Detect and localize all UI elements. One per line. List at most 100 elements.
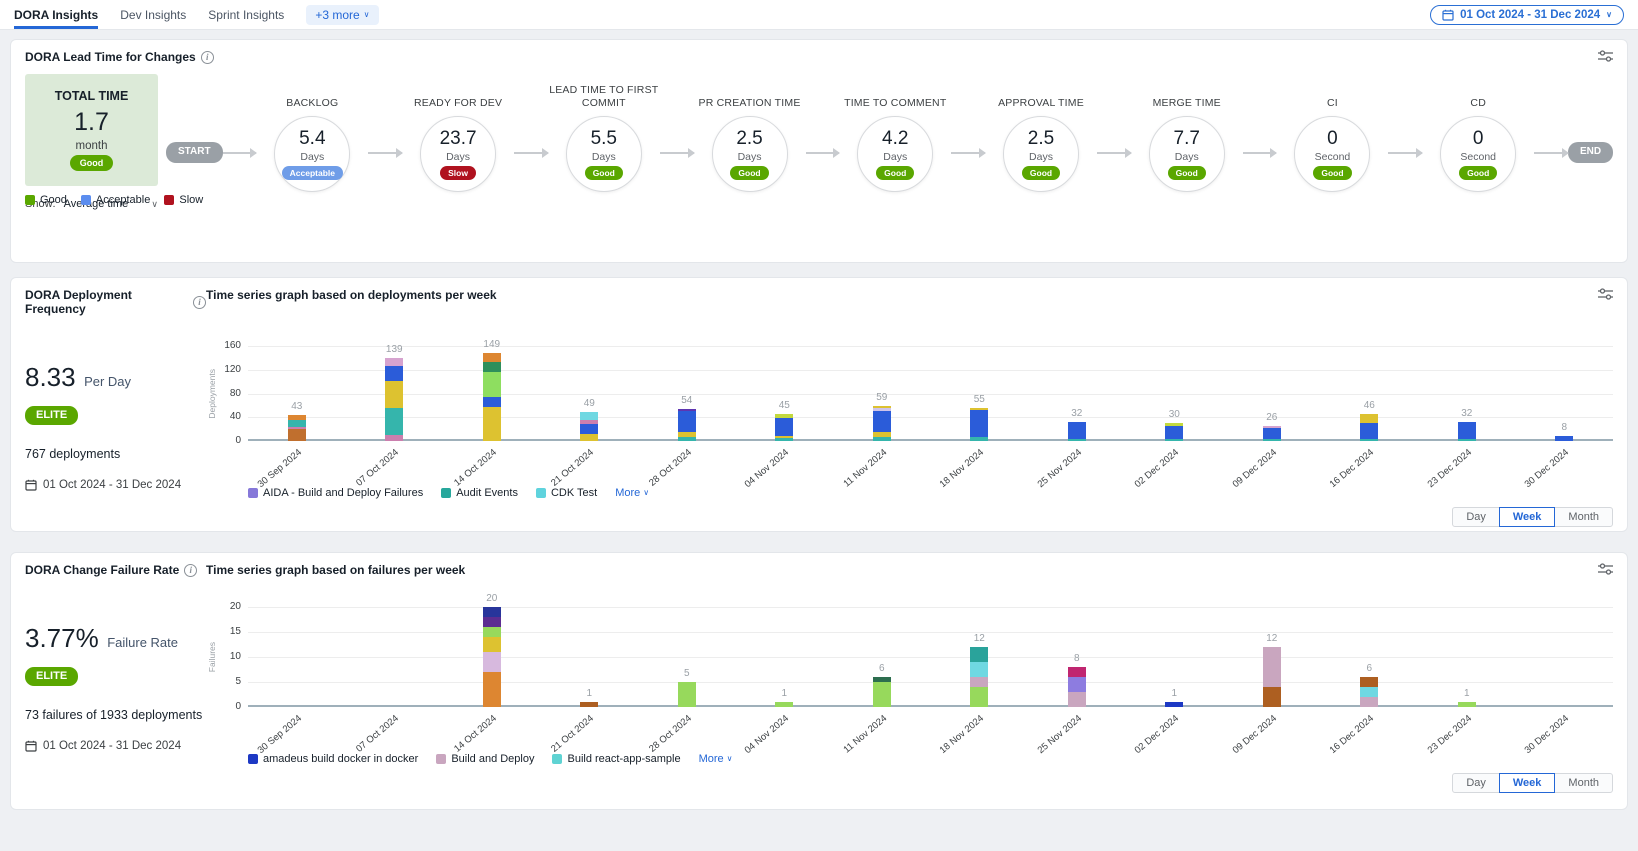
bar-18-nov-2024[interactable]: 12	[931, 647, 1029, 707]
top-bar: DORA Insights Dev Insights Sprint Insigh…	[0, 0, 1638, 30]
failures-total: 73 failures of 1933 deployments	[25, 708, 206, 722]
info-icon[interactable]	[201, 51, 214, 64]
y-tick-label: 5	[235, 676, 241, 687]
bar-09-dec-2024[interactable]: 26	[1223, 426, 1321, 441]
bar-23-dec-2024[interactable]: 32	[1418, 422, 1516, 441]
x-axis: 30 Sep 202407 Oct 202414 Oct 202421 Oct …	[206, 707, 1613, 753]
toggle-day[interactable]: Day	[1452, 507, 1500, 527]
legend-item-good: Good	[25, 194, 67, 206]
deployment-frequency-panel: DORA Deployment Frequency Time series gr…	[10, 277, 1628, 532]
more-tabs-button[interactable]: +3 more ∨	[306, 5, 378, 25]
bar-14-oct-2024[interactable]: 149	[443, 353, 541, 441]
stage-badge: Good	[876, 166, 914, 180]
stage-badge: Good	[730, 166, 768, 180]
calendar-icon	[1442, 9, 1454, 21]
stage-circle[interactable]: 2.5 Days Good	[1003, 116, 1079, 192]
stage-circle[interactable]: 7.7 Days Good	[1149, 116, 1225, 192]
x-tick-label: 14 Oct 2024	[443, 441, 541, 487]
bar-value-label: 26	[1247, 412, 1297, 423]
bar-02-dec-2024[interactable]: 30	[1126, 423, 1224, 441]
stage-circle[interactable]: 4.2 Days Good	[857, 116, 933, 192]
stage-circle[interactable]: 5.4 Days Acceptable	[274, 116, 350, 192]
flow-arrow	[1243, 152, 1277, 154]
bar-14-oct-2024[interactable]: 20	[443, 607, 541, 707]
bar-11-nov-2024[interactable]: 59	[833, 406, 931, 441]
bar-04-nov-2024[interactable]: 45	[736, 414, 834, 441]
bar-16-dec-2024[interactable]: 46	[1321, 414, 1419, 441]
x-tick-label: 30 Dec 2024	[1516, 707, 1614, 753]
x-tick-label: 09 Dec 2024	[1223, 707, 1321, 753]
deployments-total: 767 deployments	[25, 447, 206, 461]
start-pill: START	[166, 142, 223, 163]
stage-ci: CI 0 Second Good	[1276, 74, 1388, 210]
deployment-date-range: 01 Oct 2024 - 31 Dec 2024	[25, 479, 206, 491]
bar-30-sep-2024[interactable]: 43	[248, 415, 346, 441]
info-icon[interactable]	[184, 564, 197, 577]
chevron-down-icon: ∨	[1606, 11, 1612, 19]
bar-21-oct-2024[interactable]: 49	[541, 412, 639, 441]
bar-11-nov-2024[interactable]: 6	[833, 677, 931, 707]
settings-sliders-icon[interactable]	[1598, 288, 1613, 300]
x-tick-label: 28 Oct 2024	[638, 441, 736, 487]
x-tick-label: 16 Dec 2024	[1321, 707, 1419, 753]
legend-item-acceptable: Acceptable	[81, 194, 150, 206]
bar-28-oct-2024[interactable]: 5	[638, 682, 736, 707]
bar-07-oct-2024[interactable]: 139	[346, 358, 444, 441]
stage-circle[interactable]: 0 Second Good	[1440, 116, 1516, 192]
stage-badge: Good	[1313, 166, 1351, 180]
info-icon[interactable]	[193, 296, 206, 309]
bar-segment	[970, 662, 988, 677]
x-tick-label: 30 Sep 2024	[248, 707, 346, 753]
x-tick-label: 21 Oct 2024	[541, 707, 639, 753]
deployment-frequency-title: DORA Deployment Frequency	[25, 288, 188, 316]
legend-more-button[interactable]: More∨	[699, 753, 733, 765]
settings-sliders-icon[interactable]	[1598, 563, 1613, 575]
bar-value-label: 20	[467, 593, 517, 604]
deployment-rate-value: 8.33	[25, 362, 76, 392]
x-tick-label: 09 Dec 2024	[1223, 441, 1321, 487]
stage-circle[interactable]: 5.5 Days Good	[566, 116, 642, 192]
date-range-picker[interactable]: 01 Oct 2024 - 31 Dec 2024 ∨	[1430, 5, 1624, 25]
bar-value-label: 8	[1052, 653, 1102, 664]
tab-sprint-insights[interactable]: Sprint Insights	[208, 0, 284, 29]
bar-25-nov-2024[interactable]: 32	[1028, 422, 1126, 441]
bar-value-label: 139	[369, 344, 419, 355]
failure-date-range: 01 Oct 2024 - 31 Dec 2024	[25, 740, 206, 752]
x-tick-label: 07 Oct 2024	[346, 441, 444, 487]
bar-16-dec-2024[interactable]: 6	[1321, 677, 1419, 707]
tab-dora-insights[interactable]: DORA Insights	[14, 0, 98, 29]
stage-circle[interactable]: 23.7 Days Slow	[420, 116, 496, 192]
bar-value-label: 1	[564, 688, 614, 699]
tier-badge: ELITE	[25, 667, 78, 686]
bar-segment	[873, 682, 891, 707]
toggle-day[interactable]: Day	[1452, 773, 1500, 793]
bar-value-label: 30	[1149, 409, 1199, 420]
toggle-month[interactable]: Month	[1554, 507, 1613, 527]
bar-09-dec-2024[interactable]: 12	[1223, 647, 1321, 707]
bar-18-nov-2024[interactable]: 55	[931, 408, 1029, 441]
x-tick-label: 11 Nov 2024	[833, 441, 931, 487]
flow-arrow	[1097, 152, 1131, 154]
tab-dev-insights[interactable]: Dev Insights	[120, 0, 186, 29]
bar-value-label: 8	[1539, 422, 1589, 433]
toggle-week[interactable]: Week	[1499, 773, 1556, 793]
bar-25-nov-2024[interactable]: 8	[1028, 667, 1126, 707]
deployment-chart-subtitle: Time series graph based on deployments p…	[206, 288, 1598, 302]
bar-segment	[483, 627, 501, 637]
settings-sliders-icon[interactable]	[1598, 50, 1613, 62]
legend-more-button[interactable]: More∨	[615, 487, 649, 499]
total-time-value: 1.7	[74, 108, 109, 137]
x-tick-label: 02 Dec 2024	[1126, 441, 1224, 487]
date-range-label: 01 Oct 2024 - 31 Dec 2024	[1460, 9, 1600, 21]
y-tick-label: 0	[235, 435, 241, 446]
toggle-week[interactable]: Week	[1499, 507, 1556, 527]
bar-value-label: 12	[954, 633, 1004, 644]
stage-circle[interactable]: 2.5 Days Good	[712, 116, 788, 192]
bar-28-oct-2024[interactable]: 54	[638, 409, 736, 441]
y-axis-title: Deployments	[206, 346, 218, 441]
toggle-month[interactable]: Month	[1554, 773, 1613, 793]
flow-arrow	[223, 152, 257, 154]
bar-segment	[288, 420, 306, 427]
stage-circle[interactable]: 0 Second Good	[1294, 116, 1370, 192]
bar-segment	[483, 407, 501, 441]
